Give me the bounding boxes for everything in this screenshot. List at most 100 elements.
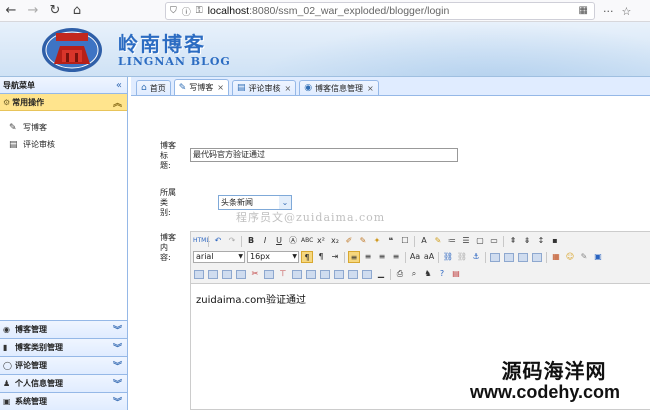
char-icon[interactable]: ▁	[375, 268, 387, 280]
split-cols-icon[interactable]	[362, 269, 372, 279]
drafts-icon[interactable]: ▤	[450, 268, 462, 280]
insert-video-icon[interactable]: ▣	[592, 251, 604, 263]
align-right-icon[interactable]: ≡	[376, 251, 388, 263]
undo-icon[interactable]: ↶	[212, 235, 224, 247]
eraser-icon[interactable]: ✐	[343, 235, 355, 247]
auto-format-icon[interactable]: ✦	[371, 235, 383, 247]
category-select[interactable]: 头条新闻 ⌄	[218, 195, 292, 210]
section-category-manage[interactable]: ▮ 博客类别管理 ︾	[0, 338, 127, 356]
to-lowercase-icon[interactable]: aA	[423, 251, 435, 263]
to-uppercase-icon[interactable]: Aa	[409, 251, 421, 263]
subscript-icon[interactable]: x₂	[329, 235, 341, 247]
image-left-icon[interactable]	[504, 252, 514, 262]
clear-doc-icon[interactable]: ▭	[488, 235, 500, 247]
merge-right-icon[interactable]	[306, 269, 316, 279]
split-cells-icon[interactable]	[334, 269, 344, 279]
line-height-icon[interactable]: ↕	[535, 235, 547, 247]
indent-icon[interactable]: ⇥	[329, 251, 341, 263]
delete-row-icon[interactable]: ✂	[249, 268, 261, 280]
chevron-down-icon[interactable]: ︾	[113, 341, 122, 354]
tab-write-blog[interactable]: ✎ 写博客 ×	[173, 79, 229, 95]
unordered-list-icon[interactable]: ☰	[460, 235, 472, 247]
close-icon[interactable]: ×	[217, 83, 224, 92]
emotion-icon[interactable]: ☺	[564, 251, 576, 263]
font-color-icon[interactable]: A	[418, 235, 430, 247]
chevron-down-icon[interactable]: ︾	[113, 377, 122, 390]
direction-ltr-icon[interactable]: ¶	[301, 251, 313, 263]
chevron-down-icon[interactable]: ⌄	[279, 196, 291, 209]
ordered-list-icon[interactable]: ≔	[446, 235, 458, 247]
merge-down-icon[interactable]	[320, 269, 330, 279]
highlight-icon[interactable]: ✎	[432, 235, 444, 247]
chevron-down-icon[interactable]: ︾	[113, 359, 122, 372]
section-system-manage[interactable]: ▣ 系统管理 ︾	[0, 392, 127, 410]
collapse-sidebar-icon[interactable]: «	[116, 80, 122, 91]
close-icon[interactable]: ×	[284, 84, 291, 93]
chevron-down-icon[interactable]: ︾	[113, 323, 122, 336]
tab-home[interactable]: ⌂ 首页	[136, 80, 171, 95]
align-left-icon[interactable]: ≡	[348, 251, 360, 263]
forward-icon[interactable]: →	[22, 0, 44, 22]
tab-blog-info[interactable]: ◉ 博客信息管理 ×	[299, 80, 379, 95]
html-source-icon[interactable]: HTML	[193, 235, 210, 247]
link-icon[interactable]: ⛓	[442, 251, 454, 263]
direction-rtl-icon[interactable]: ¶	[315, 251, 327, 263]
help-icon[interactable]: ?	[436, 268, 448, 280]
scrawl-icon[interactable]: ✎	[578, 251, 590, 263]
address-bar[interactable]: ⛉ ⓘ ⚿ localhost:8080/ssm_02_war_exploded…	[165, 2, 595, 20]
qr-icon[interactable]: ▦	[579, 5, 588, 16]
blockquote-icon[interactable]: ❝	[385, 235, 397, 247]
superscript-icon[interactable]: x²	[315, 235, 327, 247]
close-icon[interactable]: ×	[367, 84, 374, 93]
merge-cells-icon[interactable]	[292, 269, 302, 279]
unlink-icon[interactable]: ⛓	[456, 251, 468, 263]
image-center-icon[interactable]	[532, 252, 542, 262]
home-icon[interactable]: ⌂	[66, 0, 88, 22]
delete-table-icon[interactable]	[208, 269, 218, 279]
delete-col-icon[interactable]: ⊤	[277, 268, 289, 280]
section-blog-manage[interactable]: ◉ 博客管理 ︾	[0, 320, 127, 338]
format-painter-icon[interactable]: ✎	[357, 235, 369, 247]
insert-col-icon[interactable]	[264, 269, 274, 279]
editor-content[interactable]: zuidaima.com验证通过	[191, 284, 650, 313]
select-all-icon[interactable]: ▢	[474, 235, 486, 247]
row-spacing-top-icon[interactable]: ⇞	[507, 235, 519, 247]
insert-paragraph-icon[interactable]	[222, 269, 232, 279]
sidebar-item-review-comments[interactable]: ▤ 评论审核	[0, 136, 127, 153]
split-rows-icon[interactable]	[348, 269, 358, 279]
section-common-ops[interactable]: ⚙ 常用操作 ︽	[0, 94, 127, 111]
underline-icon[interactable]: U	[273, 235, 285, 247]
print-icon[interactable]: ⎙	[394, 268, 406, 280]
tab-review-comments[interactable]: ▤ 评论审核 ×	[231, 80, 297, 95]
image-none-icon[interactable]	[490, 252, 500, 262]
redo-icon[interactable]: ↷	[226, 235, 238, 247]
chevron-up-icon[interactable]: ︽	[113, 96, 122, 109]
strikethrough-icon[interactable]: ABC	[301, 235, 313, 247]
image-right-icon[interactable]	[518, 252, 528, 262]
chevron-down-icon[interactable]: ︾	[113, 395, 122, 408]
align-justify-icon[interactable]: ≡	[390, 251, 402, 263]
pasteplain-icon[interactable]: ☐	[399, 235, 411, 247]
anchor-icon[interactable]: ⚓	[470, 251, 482, 263]
bookmark-star-icon[interactable]: ☆	[622, 5, 632, 18]
reload-icon[interactable]: ↻	[44, 0, 66, 22]
insert-image-icon[interactable]: ▦	[550, 251, 562, 263]
align-center-icon[interactable]: ≡	[362, 251, 374, 263]
font-size-select[interactable]: 16px ▼	[247, 251, 299, 263]
section-comment-manage[interactable]: ◯ 评论管理 ︾	[0, 356, 127, 374]
font-family-select[interactable]: arial ▼	[193, 251, 245, 263]
section-profile-manage[interactable]: ♟ 个人信息管理 ︾	[0, 374, 127, 392]
insert-row-icon[interactable]	[236, 269, 246, 279]
more-tools-icon[interactable]: ▪	[549, 235, 561, 247]
blog-title-input[interactable]: 最代码官方验证通过	[190, 148, 458, 162]
back-icon[interactable]: ←	[0, 0, 22, 22]
preview-icon[interactable]: ⌕	[408, 268, 420, 280]
row-spacing-bottom-icon[interactable]: ⇟	[521, 235, 533, 247]
sidebar-item-write-blog[interactable]: ✎ 写博客	[0, 119, 127, 136]
more-icon[interactable]: ···	[603, 5, 614, 18]
font-border-icon[interactable]: Ⓐ	[287, 235, 299, 247]
search-replace-icon[interactable]: ♞	[422, 268, 434, 280]
bold-icon[interactable]: B	[245, 235, 257, 247]
insert-table-icon[interactable]	[194, 269, 204, 279]
italic-icon[interactable]: I	[259, 235, 271, 247]
